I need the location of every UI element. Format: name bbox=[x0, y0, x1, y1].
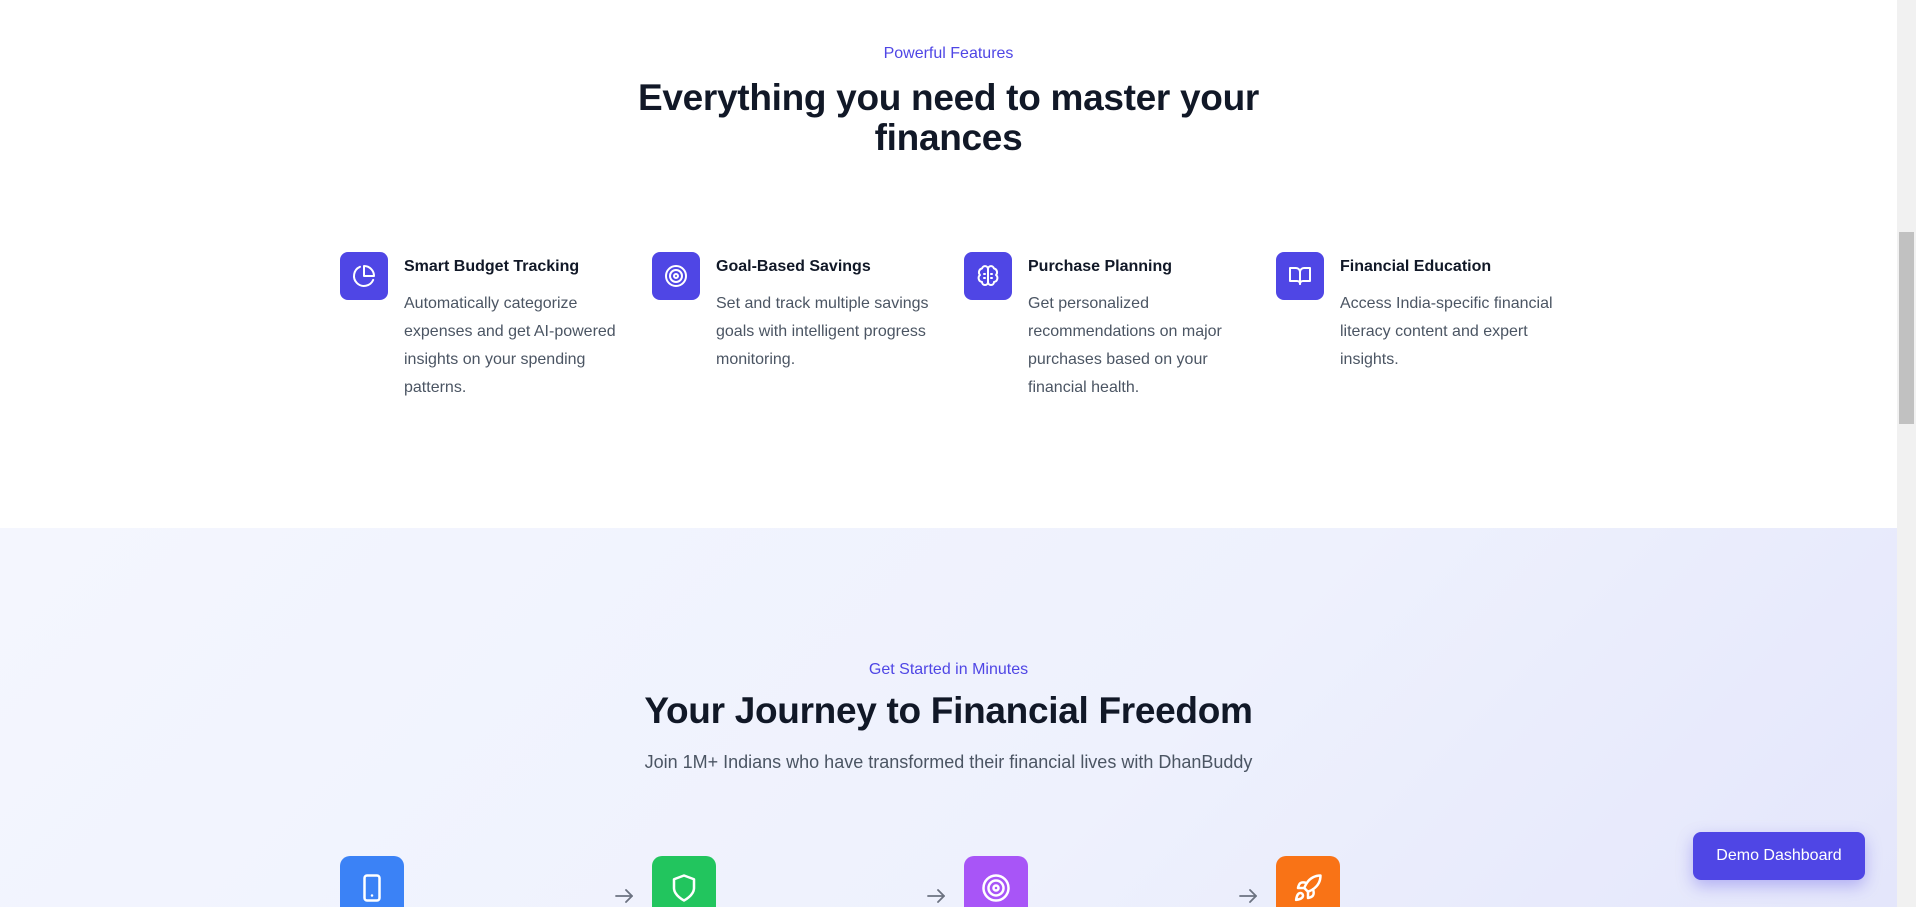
feature-title: Smart Budget Tracking bbox=[404, 258, 580, 275]
feature-card-savings: Goal-Based Savings Set and track multipl… bbox=[652, 252, 952, 412]
journey-title: Your Journey to Financial Freedom bbox=[644, 690, 1253, 731]
step-target bbox=[964, 856, 1028, 907]
journey-subtitle: Join 1M+ Indians who have transformed th… bbox=[644, 752, 1253, 772]
feature-title: Financial Education bbox=[1340, 258, 1492, 275]
page-scrollbar[interactable] bbox=[1897, 0, 1916, 907]
arrow-right-icon bbox=[615, 889, 633, 903]
target-icon bbox=[652, 252, 700, 300]
step-smartphone bbox=[340, 856, 404, 907]
arrow-right-icon bbox=[927, 889, 945, 903]
features-title-line-1: Everything you need to master your bbox=[637, 77, 1259, 118]
target-icon bbox=[982, 874, 1010, 902]
feature-title: Goal-Based Savings bbox=[716, 258, 871, 275]
feature-card-education: Financial Education Access India-specifi… bbox=[1276, 252, 1576, 412]
feature-card-budget: Smart Budget Tracking Automatically cate… bbox=[340, 252, 640, 412]
pie-chart-icon bbox=[340, 252, 388, 300]
features-title: Everything you need to master your finan… bbox=[0, 78, 1897, 158]
book-open-icon bbox=[1276, 252, 1324, 300]
feature-card-purchase: Purchase Planning Get personalized recom… bbox=[964, 252, 1264, 412]
journey-eyebrow: Get Started in Minutes bbox=[868, 661, 1029, 678]
feature-description: Get personalized recommendations on majo… bbox=[1028, 295, 1222, 396]
shield-icon bbox=[672, 874, 696, 902]
rocket-icon bbox=[1294, 874, 1322, 902]
features-eyebrow: Powerful Features bbox=[883, 45, 1014, 62]
step-rocket bbox=[1276, 856, 1340, 907]
demo-dashboard-button[interactable]: Demo Dashboard bbox=[1693, 832, 1865, 880]
scrollbar-thumb[interactable] bbox=[1899, 232, 1914, 424]
feature-description: Set and track multiple savings goals wit… bbox=[716, 295, 929, 368]
journey-section: Get Started in Minutes Your Journey to F… bbox=[0, 528, 1897, 907]
feature-description: Access India-specific financial literacy… bbox=[1340, 295, 1553, 368]
arrow-right-icon bbox=[1239, 889, 1257, 903]
step-shield bbox=[652, 856, 716, 907]
landing-page: Powerful Features Everything you need to… bbox=[0, 0, 1897, 907]
smartphone-icon bbox=[363, 874, 381, 902]
brain-icon bbox=[964, 252, 1012, 300]
features-title-line-2: finances bbox=[874, 117, 1023, 158]
features-section: Powerful Features Everything you need to… bbox=[0, 0, 1897, 528]
feature-description: Automatically categorize expenses and ge… bbox=[404, 295, 616, 396]
feature-title: Purchase Planning bbox=[1028, 258, 1173, 275]
